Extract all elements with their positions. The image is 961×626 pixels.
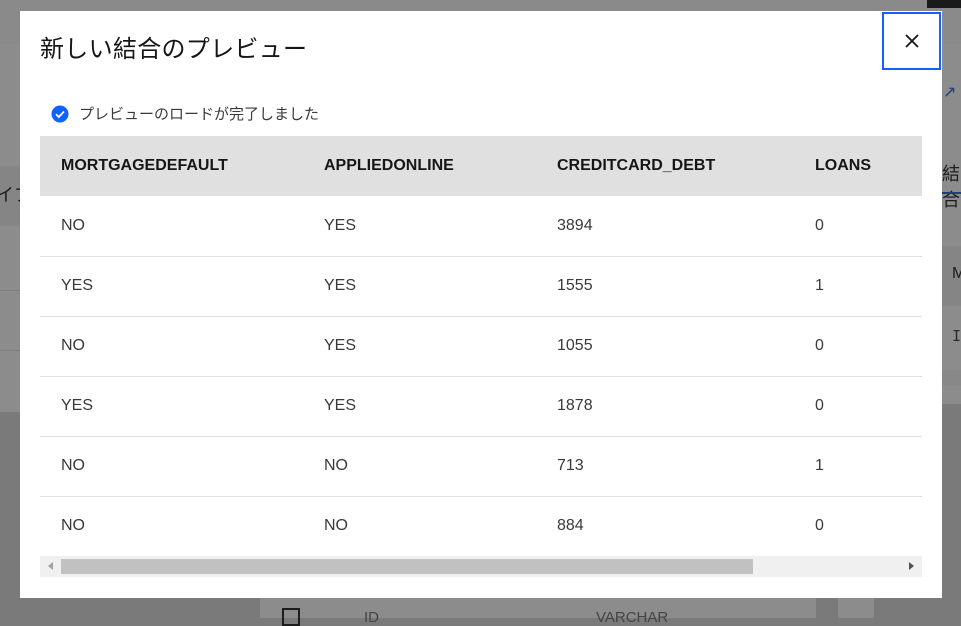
table-header-row: MORTGAGEDEFAULT APPLIEDONLINE CREDITCARD… bbox=[40, 136, 922, 196]
column-header: CREDITCARD_DEBT bbox=[536, 136, 794, 196]
table-cell: NO bbox=[40, 316, 303, 377]
column-header: MORTGAGEDEFAULT bbox=[40, 136, 303, 196]
preview-table: MORTGAGEDEFAULT APPLIEDONLINE CREDITCARD… bbox=[40, 136, 922, 556]
table-cell: 0 bbox=[794, 376, 922, 437]
table-row: YES YES 1555 1 bbox=[40, 256, 922, 317]
table-cell: NO bbox=[303, 496, 536, 556]
table-cell: 713 bbox=[536, 436, 794, 497]
table-cell: YES bbox=[40, 376, 303, 437]
launch-icon: ↗ bbox=[943, 84, 957, 101]
table-cell: NO bbox=[40, 196, 303, 257]
table-cell: NO bbox=[303, 436, 536, 497]
modal-title: 新しい結合のプレビュー bbox=[40, 35, 308, 63]
table-cell: 884 bbox=[536, 496, 794, 556]
background-right-header-text: M bbox=[952, 265, 961, 282]
table-cell: YES bbox=[303, 316, 536, 377]
table-cell: 1 bbox=[794, 256, 922, 317]
background-left-divider bbox=[0, 350, 22, 351]
table-row: YES YES 1878 0 bbox=[40, 376, 922, 437]
background-corner-button bbox=[927, 0, 961, 8]
close-icon bbox=[904, 34, 919, 48]
background-left-panel bbox=[0, 44, 22, 412]
table-cell: 1055 bbox=[536, 316, 794, 377]
join-preview-modal: 新しい結合のプレビュー プレビューのロードが完了しました MORTGAGEDEF… bbox=[20, 11, 942, 598]
background-bottom-row bbox=[260, 598, 816, 618]
background-right-tab-indicator bbox=[942, 192, 961, 194]
table-cell: 0 bbox=[794, 496, 922, 556]
table-cell: NO bbox=[40, 436, 303, 497]
table-cell: 0 bbox=[794, 196, 922, 257]
background-bottom-row-end bbox=[838, 598, 874, 618]
table-cell: 1878 bbox=[536, 376, 794, 437]
table-cell: 1555 bbox=[536, 256, 794, 317]
table-cell: 3894 bbox=[536, 196, 794, 257]
status-text: プレビューのロードが完了しました bbox=[79, 105, 320, 123]
scroll-right-arrow-icon[interactable] bbox=[909, 562, 914, 570]
background-right-scrollbar bbox=[942, 370, 961, 386]
scrollbar-thumb[interactable] bbox=[61, 559, 753, 574]
table-cell: NO bbox=[40, 496, 303, 556]
table-cell: 1 bbox=[794, 436, 922, 497]
table-row: NO NO 713 1 bbox=[40, 436, 922, 497]
table-cell: 0 bbox=[794, 316, 922, 377]
background-left-divider bbox=[0, 290, 22, 291]
horizontal-scrollbar[interactable] bbox=[40, 556, 922, 577]
table-cell: YES bbox=[303, 256, 536, 317]
background-right-tab-text: 結合 bbox=[942, 164, 960, 210]
table-row: NO NO 884 0 bbox=[40, 496, 922, 556]
table-cell: YES bbox=[303, 196, 536, 257]
background-row-checkbox bbox=[282, 608, 300, 626]
table-row: NO YES 1055 0 bbox=[40, 316, 922, 377]
table-cell: YES bbox=[40, 256, 303, 317]
close-button[interactable] bbox=[882, 12, 941, 70]
preview-table-container: MORTGAGEDEFAULT APPLIEDONLINE CREDITCARD… bbox=[40, 136, 922, 556]
table-cell: YES bbox=[303, 376, 536, 437]
scroll-left-arrow-icon[interactable] bbox=[48, 562, 53, 570]
column-header: LOANS bbox=[794, 136, 922, 196]
table-row: NO YES 3894 0 bbox=[40, 196, 922, 257]
checkmark-filled-icon bbox=[51, 105, 69, 122]
background-right-cell-text: I bbox=[952, 327, 961, 345]
column-header: APPLIEDONLINE bbox=[303, 136, 536, 196]
load-status: プレビューのロードが完了しました bbox=[51, 103, 319, 124]
